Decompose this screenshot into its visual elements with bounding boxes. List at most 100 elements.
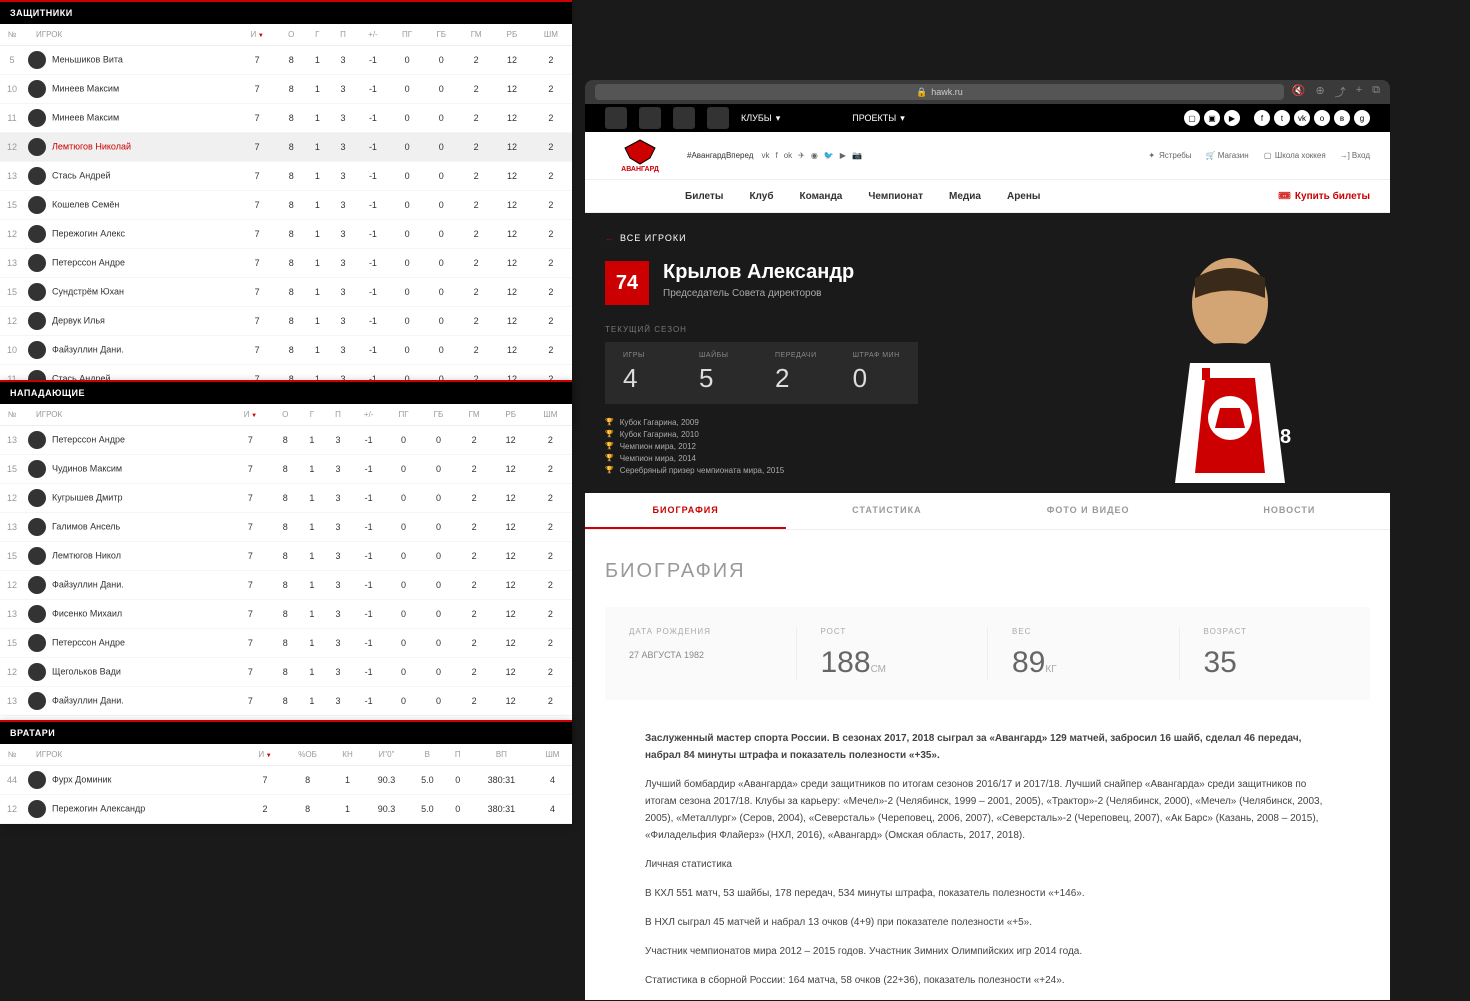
- col-header[interactable]: И ▼: [237, 24, 278, 46]
- vk2-icon[interactable]: в: [1334, 110, 1350, 126]
- col-header[interactable]: №: [0, 24, 24, 46]
- newtab-icon[interactable]: +: [1356, 84, 1362, 100]
- table-row[interactable]: 13Стась Андрей7813-1002122: [0, 162, 572, 191]
- ig-small-icon[interactable]: ◉: [811, 151, 818, 160]
- col-header[interactable]: П: [446, 744, 470, 766]
- col-header[interactable]: ИГРОК: [24, 404, 230, 426]
- vk-small-icon[interactable]: vk: [761, 151, 769, 160]
- col-header[interactable]: ИГРОК: [24, 744, 246, 766]
- col-header[interactable]: В: [409, 744, 445, 766]
- table-row[interactable]: 15Кошелев Семён7813-1002122: [0, 191, 572, 220]
- projects-dropdown[interactable]: ПРОЕКТЫ ▾: [852, 113, 905, 124]
- col-header[interactable]: ГМ: [456, 404, 493, 426]
- col-header[interactable]: Г: [305, 24, 330, 46]
- col-header[interactable]: ПГ: [390, 24, 425, 46]
- tv-icon[interactable]: ▢: [1184, 110, 1200, 126]
- table-row[interactable]: 12Щегольков Вади7813-1002122: [0, 658, 572, 687]
- cam-small-icon[interactable]: 📷: [852, 151, 862, 160]
- nav-arenas[interactable]: Арены: [1007, 191, 1040, 202]
- col-header[interactable]: И ▼: [230, 404, 272, 426]
- table-row[interactable]: 12Пережогин Александр28190.35.00380:314: [0, 795, 572, 824]
- google-icon[interactable]: g: [1354, 110, 1370, 126]
- col-header[interactable]: И ▼: [246, 744, 284, 766]
- col-header[interactable]: Г: [299, 404, 324, 426]
- tab-photo-video[interactable]: ФОТО И ВИДЕО: [988, 493, 1189, 529]
- table-row[interactable]: 11Минеев Максим7813-1002122: [0, 104, 572, 133]
- col-header[interactable]: ШМ: [533, 744, 572, 766]
- table-row[interactable]: 12Дервук Илья7813-1002122: [0, 307, 572, 336]
- table-row[interactable]: 12Пережогин Алекс7813-1002122: [0, 220, 572, 249]
- col-header[interactable]: РБ: [494, 24, 530, 46]
- nav-media[interactable]: Медиа: [949, 191, 981, 202]
- tw-small-icon[interactable]: 🐦: [824, 151, 834, 160]
- ok-icon[interactable]: o: [1314, 110, 1330, 126]
- khl-logo[interactable]: [605, 107, 627, 129]
- col-header[interactable]: +/-: [352, 404, 386, 426]
- shop-link[interactable]: 🛒 Магазин: [1206, 151, 1249, 160]
- col-header[interactable]: +/-: [356, 24, 390, 46]
- reader-icon[interactable]: ⊕: [1315, 84, 1324, 100]
- table-row[interactable]: 13Петерссон Андре7813-1002122: [0, 426, 572, 455]
- mute-icon[interactable]: 🔇: [1292, 84, 1306, 100]
- play-icon[interactable]: ▶: [1224, 110, 1240, 126]
- table-row[interactable]: 13Фисенко Михаил7813-1002122: [0, 600, 572, 629]
- table-row[interactable]: 10Минеев Максим7813-1002122: [0, 75, 572, 104]
- school-link[interactable]: ▢ Школа хоккея: [1263, 151, 1326, 160]
- tabs-icon[interactable]: ⧉: [1372, 84, 1380, 100]
- team-logo[interactable]: АВАНГАРД: [605, 138, 675, 173]
- col-header[interactable]: №: [0, 744, 24, 766]
- nav-team[interactable]: Команда: [800, 191, 843, 202]
- whl-logo[interactable]: [707, 107, 729, 129]
- col-header[interactable]: %ОБ: [284, 744, 331, 766]
- col-header[interactable]: ГБ: [421, 404, 455, 426]
- table-row[interactable]: 15Лемтюгов Никол7813-1002122: [0, 542, 572, 571]
- buy-tickets-button[interactable]: 🎟 Купить билеты: [1278, 191, 1370, 202]
- address-bar[interactable]: 🔒 hawk.ru: [595, 84, 1284, 100]
- clubs-dropdown[interactable]: КЛУБЫ ▾: [741, 113, 780, 124]
- table-row[interactable]: 15Чудинов Максим7813-1002122: [0, 455, 572, 484]
- col-header[interactable]: ШМ: [529, 404, 572, 426]
- col-header[interactable]: РБ: [492, 404, 528, 426]
- nav-tickets[interactable]: Билеты: [685, 191, 723, 202]
- tab-statistics[interactable]: СТАТИСТИКА: [786, 493, 987, 529]
- col-header[interactable]: КН: [331, 744, 364, 766]
- col-header[interactable]: ШМ: [530, 24, 572, 46]
- cart-icon[interactable]: ▣: [1204, 110, 1220, 126]
- col-header[interactable]: П: [330, 24, 356, 46]
- tab-news[interactable]: НОВОСТИ: [1189, 493, 1390, 529]
- col-header[interactable]: ПГ: [386, 404, 421, 426]
- table-row[interactable]: 15Сундстрём Юхан7813-1002122: [0, 278, 572, 307]
- twitter-icon[interactable]: t: [1274, 110, 1290, 126]
- table-row[interactable]: 12Кугрышев Дмитр7813-1002122: [0, 484, 572, 513]
- vhl-logo[interactable]: [639, 107, 661, 129]
- table-row[interactable]: 13Файзуллин Дани.7813-1002122: [0, 687, 572, 716]
- table-row[interactable]: 5Меньшиков Вита7813-1002122: [0, 46, 572, 75]
- col-header[interactable]: ВП: [470, 744, 533, 766]
- nav-club[interactable]: Клуб: [749, 191, 773, 202]
- table-row[interactable]: 13Петерссон Андре7813-1002122: [0, 249, 572, 278]
- facebook-icon[interactable]: f: [1254, 110, 1270, 126]
- table-row[interactable]: 15Петерссон Андре7813-1002122: [0, 629, 572, 658]
- table-row[interactable]: 44Фурх Доминик78190.35.00380:314: [0, 766, 572, 795]
- table-row[interactable]: 12Файзуллин Дани.7813-1002122: [0, 571, 572, 600]
- col-header[interactable]: ГБ: [424, 24, 458, 46]
- col-header[interactable]: О: [271, 404, 299, 426]
- fb-small-icon[interactable]: f: [775, 151, 777, 160]
- col-header[interactable]: И"0": [364, 744, 409, 766]
- table-row[interactable]: 12Лемтюгов Николай7813-1002122: [0, 133, 572, 162]
- tab-biography[interactable]: БИОГРАФИЯ: [585, 493, 786, 529]
- yt-small-icon[interactable]: ▶: [840, 151, 846, 160]
- nav-championship[interactable]: Чемпионат: [868, 191, 923, 202]
- col-header[interactable]: О: [278, 24, 305, 46]
- col-header[interactable]: ГМ: [458, 24, 494, 46]
- table-row[interactable]: 10Файзуллин Дани.7813-1002122: [0, 336, 572, 365]
- login-link[interactable]: →] Вход: [1340, 151, 1370, 160]
- vk-icon[interactable]: vk: [1294, 110, 1310, 126]
- mhl-logo[interactable]: [673, 107, 695, 129]
- astroby-link[interactable]: ✦ Ястребы: [1147, 151, 1192, 160]
- col-header[interactable]: ИГРОК: [24, 24, 237, 46]
- share-icon[interactable]: ⤴: [1335, 84, 1346, 100]
- tg-small-icon[interactable]: ✈: [798, 151, 805, 160]
- col-header[interactable]: П: [325, 404, 352, 426]
- table-row[interactable]: 13Галимов Ансель7813-1002122: [0, 513, 572, 542]
